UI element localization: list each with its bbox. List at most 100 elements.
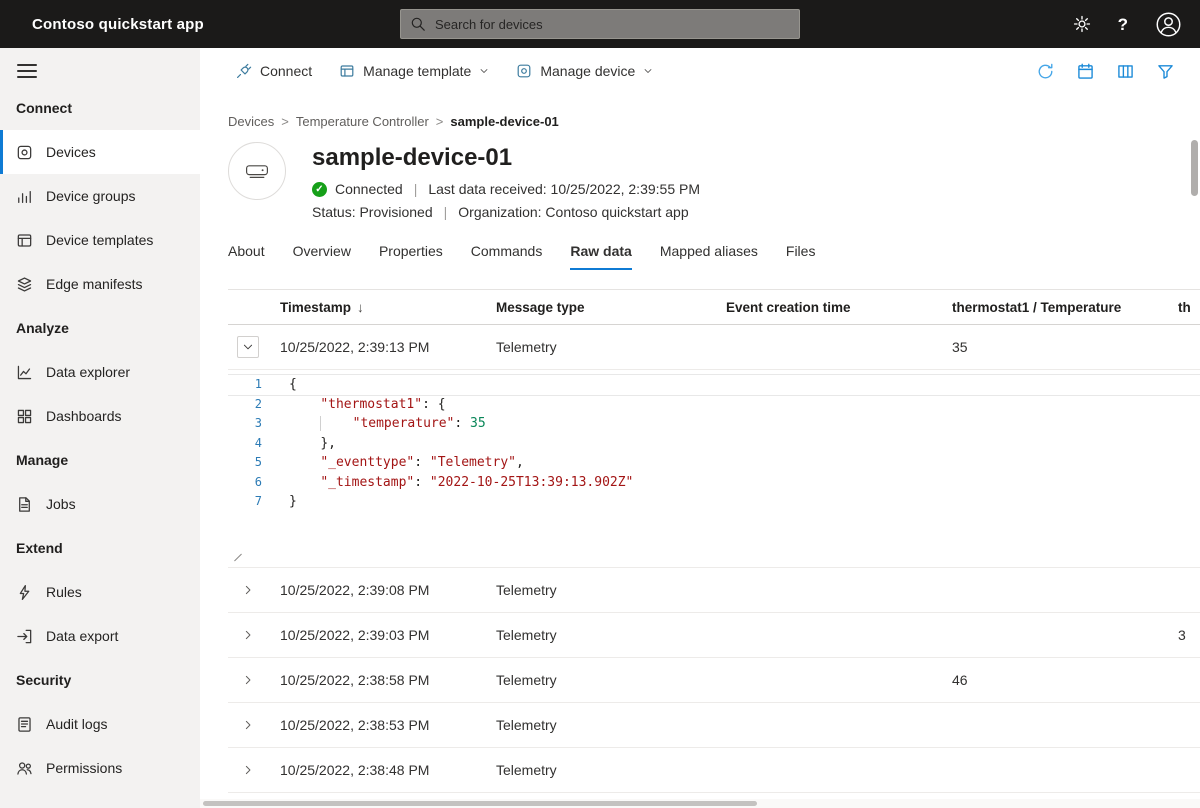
collapse-row-icon[interactable] bbox=[237, 336, 259, 358]
horizontal-scrollbar[interactable] bbox=[200, 799, 1200, 808]
breadcrumb: Devices > Temperature Controller > sampl… bbox=[228, 114, 1200, 129]
col-timestamp[interactable]: Timestamp ↓ bbox=[268, 300, 484, 315]
table-row[interactable]: 10/25/2022, 2:38:53 PMTelemetry bbox=[228, 703, 1200, 748]
cell-message-type: Telemetry bbox=[484, 339, 714, 355]
status-separator: | bbox=[414, 181, 418, 197]
expand-row-icon[interactable] bbox=[237, 624, 259, 646]
breadcrumb-devices[interactable]: Devices bbox=[228, 114, 274, 129]
sidebar-item-data-explorer[interactable]: Data explorer bbox=[0, 350, 200, 394]
row-expander-cell bbox=[228, 759, 268, 781]
account-avatar-icon[interactable] bbox=[1155, 11, 1182, 38]
code-token: }, bbox=[320, 436, 336, 451]
code-line: 3 "temperature": 35 bbox=[228, 414, 1200, 434]
expand-row-icon[interactable] bbox=[237, 579, 259, 601]
table-row[interactable]: 10/25/2022, 2:39:03 PMTelemetry3 bbox=[228, 613, 1200, 658]
status-separator: | bbox=[444, 204, 448, 220]
cell-thermostat1-temperature: 46 bbox=[940, 672, 1166, 688]
tab-mapped-aliases[interactable]: Mapped aliases bbox=[660, 243, 758, 270]
line-number: 5 bbox=[228, 453, 262, 473]
settings-gear-icon[interactable] bbox=[1073, 15, 1091, 33]
table-row[interactable]: 10/25/2022, 2:38:48 PMTelemetry bbox=[228, 748, 1200, 793]
horizontal-scrollbar-thumb[interactable] bbox=[203, 801, 757, 806]
manage-template-button[interactable]: Manage template bbox=[339, 63, 489, 79]
code-token: { bbox=[289, 377, 297, 392]
line-number: 1 bbox=[228, 375, 262, 395]
cell-timestamp: 10/25/2022, 2:38:58 PM bbox=[268, 672, 484, 688]
device-groups-icon bbox=[16, 188, 33, 205]
code-token: "Telemetry" bbox=[430, 455, 516, 470]
cell-message-type: Telemetry bbox=[484, 717, 714, 733]
cell-message-type: Telemetry bbox=[484, 672, 714, 688]
device-provision-row: Status: Provisioned | Organization: Cont… bbox=[312, 204, 700, 220]
edit-columns-icon[interactable] bbox=[1117, 63, 1134, 80]
help-icon[interactable]: ? bbox=[1118, 16, 1128, 33]
time-range-calendar-icon[interactable] bbox=[1077, 63, 1094, 80]
sidebar-item-jobs[interactable]: Jobs bbox=[0, 482, 200, 526]
connected-check-icon: ✓ bbox=[312, 182, 327, 197]
tab-files[interactable]: Files bbox=[786, 243, 816, 270]
sidebar-item-device-templates[interactable]: Device templates bbox=[0, 218, 200, 262]
code-line: 5 "_eventtype": "Telemetry", bbox=[228, 453, 1200, 473]
col-event-creation-time[interactable]: Event creation time bbox=[714, 300, 940, 315]
audit-logs-icon bbox=[16, 716, 33, 733]
table-row[interactable]: 10/25/2022, 2:39:13 PMTelemetry35 bbox=[228, 325, 1200, 370]
sidebar-item-label: Edge manifests bbox=[46, 276, 143, 292]
sort-descending-icon: ↓ bbox=[357, 300, 364, 315]
expand-row-icon[interactable] bbox=[237, 759, 259, 781]
line-number: 4 bbox=[228, 434, 262, 454]
tab-properties[interactable]: Properties bbox=[379, 243, 443, 270]
cell-thermostat1-temperature: 35 bbox=[940, 339, 1166, 355]
code-line: 7} bbox=[228, 492, 1200, 512]
code-token bbox=[289, 455, 320, 470]
col-clipped[interactable]: th bbox=[1166, 300, 1200, 315]
table-row[interactable]: 10/25/2022, 2:39:08 PMTelemetry bbox=[228, 568, 1200, 613]
data-explorer-icon bbox=[16, 364, 33, 381]
search-input[interactable] bbox=[433, 16, 790, 33]
code-line: 4 }, bbox=[228, 434, 1200, 454]
row-expander-cell bbox=[228, 624, 268, 646]
code-token: "thermostat1" bbox=[320, 397, 422, 412]
table-body: 10/25/2022, 2:39:13 PMTelemetry351{2 "th… bbox=[228, 325, 1200, 793]
sidebar-item-dashboards[interactable]: Dashboards bbox=[0, 394, 200, 438]
editor-resize-handle[interactable] bbox=[234, 554, 242, 562]
breadcrumb-current-device: sample-device-01 bbox=[450, 114, 558, 129]
device-search[interactable] bbox=[400, 9, 800, 39]
col-thermostat1-temperature[interactable]: thermostat1 / Temperature bbox=[940, 300, 1166, 315]
tab-about[interactable]: About bbox=[228, 243, 265, 270]
manage-template-label: Manage template bbox=[363, 63, 471, 79]
code-token: : bbox=[414, 455, 430, 470]
cell-timestamp: 10/25/2022, 2:39:08 PM bbox=[268, 582, 484, 598]
sidebar-item-rules[interactable]: Rules bbox=[0, 570, 200, 614]
expand-row-icon[interactable] bbox=[237, 669, 259, 691]
breadcrumb-template[interactable]: Temperature Controller bbox=[296, 114, 429, 129]
sidebar-item-device-groups[interactable]: Device groups bbox=[0, 174, 200, 218]
tab-overview[interactable]: Overview bbox=[293, 243, 351, 270]
sidebar-item-permissions[interactable]: Permissions bbox=[0, 746, 200, 790]
tab-commands[interactable]: Commands bbox=[471, 243, 543, 270]
sidebar-item-label: Device templates bbox=[46, 232, 153, 248]
code-token: : bbox=[414, 475, 430, 490]
table-row[interactable]: 10/25/2022, 2:38:58 PMTelemetry 46 bbox=[228, 658, 1200, 703]
row-expander-cell bbox=[228, 579, 268, 601]
dashboards-icon bbox=[16, 408, 33, 425]
tab-raw-data[interactable]: Raw data bbox=[570, 243, 631, 270]
refresh-icon[interactable] bbox=[1037, 63, 1054, 80]
sidebar-item-edge-manifests[interactable]: Edge manifests bbox=[0, 262, 200, 306]
line-number: 3 bbox=[228, 414, 262, 434]
code-token: "2022-10-25T13:39:13.902Z" bbox=[430, 475, 634, 490]
sidebar-item-data-export[interactable]: Data export bbox=[0, 614, 200, 658]
connect-button[interactable]: Connect bbox=[236, 63, 312, 79]
filter-icon[interactable] bbox=[1157, 63, 1174, 80]
code-line: 1{ bbox=[228, 375, 1200, 395]
col-message-type[interactable]: Message type bbox=[484, 300, 714, 315]
provision-status: Status: Provisioned bbox=[312, 204, 433, 220]
expand-row-icon[interactable] bbox=[237, 714, 259, 736]
vertical-scrollbar-thumb[interactable] bbox=[1191, 140, 1198, 196]
manage-device-button[interactable]: Manage device bbox=[516, 63, 653, 79]
code-token: : { bbox=[422, 397, 445, 412]
col-label: Timestamp bbox=[280, 300, 351, 315]
sidebar-item-audit-logs[interactable]: Audit logs bbox=[0, 702, 200, 746]
menu-toggle-icon[interactable] bbox=[17, 64, 37, 78]
data-export-icon bbox=[16, 628, 33, 645]
sidebar-item-devices[interactable]: Devices bbox=[0, 130, 200, 174]
